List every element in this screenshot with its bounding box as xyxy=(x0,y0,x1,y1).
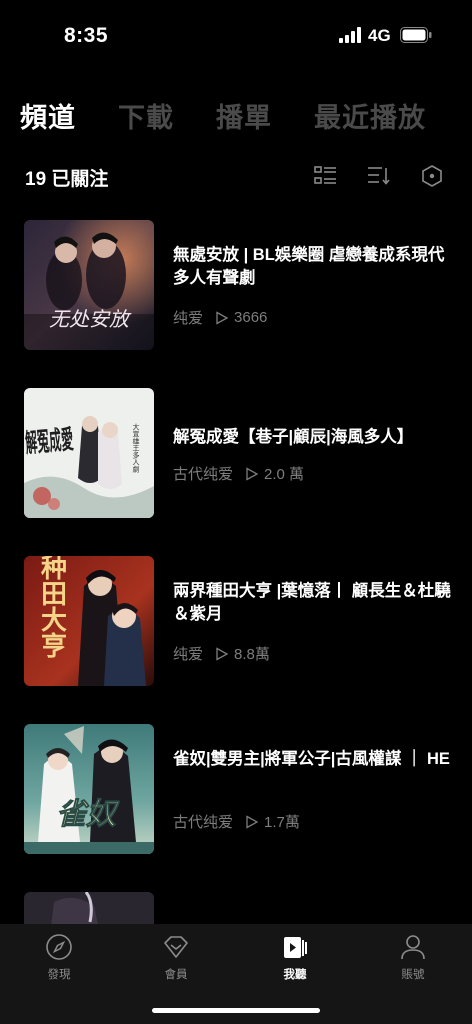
status-time: 8:35 xyxy=(64,24,109,47)
channel-cover: 种田大亨 xyxy=(24,556,154,686)
channel-item[interactable]: 雀奴 雀奴|雙男主|將軍公子|古風權謀 ｜ HE 古代纯爱 1.7萬 xyxy=(0,724,472,856)
channel-plays: 3666 xyxy=(234,309,268,326)
channel-category: 纯爱 xyxy=(173,310,204,327)
cover-title-art: 种田大亨 xyxy=(38,556,67,659)
channel-plays: 2.0 萬 xyxy=(264,466,305,483)
channel-cover: 无处安放 xyxy=(24,220,154,350)
channel-list: 无处安放 無處安放 | BL娛樂圈 虐戀養成系現代多人有聲劇 纯爱 3666 解… xyxy=(0,220,472,924)
channel-cover: 雀奴 xyxy=(24,724,154,854)
channel-item[interactable]: 解冤成愛 大宣雄王多人劇 解冤成愛【巷子|顧辰|海風多人】 古代纯爱 2.0 萬 xyxy=(0,388,472,520)
tab-channels[interactable]: 頻道 xyxy=(20,96,76,135)
channel-title: 無處安放 | BL娛樂圈 虐戀養成系現代多人有聲劇 xyxy=(173,246,445,287)
channel-item[interactable] xyxy=(0,892,472,924)
subheader: 19 已關注 xyxy=(25,162,450,190)
channel-cover xyxy=(24,892,154,924)
channel-meta: 古代纯爱 1.7萬 xyxy=(173,811,300,832)
cover-title-art: 解冤成愛 xyxy=(24,425,74,458)
nav-label: 我聽 xyxy=(283,969,307,981)
nav-account[interactable]: 賬號 xyxy=(373,932,453,982)
top-tabs: 頻道 下載 播單 最近播放 xyxy=(20,96,468,135)
sort-icon[interactable] xyxy=(366,164,392,188)
nav-my-listening[interactable]: 我聽 xyxy=(255,932,335,982)
channel-plays: 1.7萬 xyxy=(264,814,300,831)
channel-category: 古代纯爱 xyxy=(173,466,234,483)
battery-icon xyxy=(400,27,432,43)
channel-meta: 纯爱 3666 xyxy=(173,307,267,328)
channel-title: 雀奴|雙男主|將軍公子|古風權謀 ｜ HE xyxy=(173,750,450,768)
status-bar: 8:35 4G xyxy=(0,0,472,70)
cover-title-art: 无处安放 xyxy=(49,309,132,331)
play-count-icon xyxy=(216,310,229,325)
channel-title: 兩界種田大亨 |葉憶落丨 顧長生＆杜驍＆紫月 xyxy=(173,582,451,623)
nav-label: 賬號 xyxy=(401,969,425,981)
list-view-icon[interactable] xyxy=(313,164,339,188)
channel-category: 古代纯爱 xyxy=(173,814,234,831)
tab-downloads[interactable]: 下載 xyxy=(118,96,174,135)
nav-label: 發現 xyxy=(47,969,71,981)
channel-plays: 8.8萬 xyxy=(234,646,270,663)
follow-count: 19 已關注 xyxy=(25,169,109,190)
tab-playlists[interactable]: 播單 xyxy=(216,96,272,135)
channel-category: 纯爱 xyxy=(173,646,204,663)
signal-icon xyxy=(339,27,361,43)
nav-discover[interactable]: 發現 xyxy=(19,932,99,982)
cover-title-art: 雀奴 xyxy=(56,798,120,831)
diamond-icon xyxy=(164,936,188,958)
play-count-icon xyxy=(216,646,229,661)
nav-membership[interactable]: 會員 xyxy=(136,932,216,982)
play-count-icon xyxy=(246,814,259,829)
channel-title: 解冤成愛【巷子|顧辰|海風多人】 xyxy=(173,428,414,446)
home-indicator[interactable] xyxy=(152,1008,320,1013)
channel-cover: 解冤成愛 大宣雄王多人劇 xyxy=(24,388,154,518)
play-count-icon xyxy=(246,466,259,481)
compass-icon xyxy=(46,934,72,960)
network-label: 4G xyxy=(368,26,391,45)
person-icon xyxy=(401,935,425,960)
svg-text:大宣雄王多人劇: 大宣雄王多人劇 xyxy=(132,423,140,474)
channel-meta: 古代纯爱 2.0 萬 xyxy=(173,463,304,484)
channel-item[interactable]: 无处安放 無處安放 | BL娛樂圈 虐戀養成系現代多人有聲劇 纯爱 3666 xyxy=(0,220,472,352)
nav-label: 會員 xyxy=(164,969,188,981)
channel-meta: 纯爱 8.8萬 xyxy=(173,643,270,664)
playlist-icon xyxy=(284,937,307,958)
tab-recent[interactable]: 最近播放 xyxy=(314,96,426,135)
settings-hex-icon[interactable] xyxy=(419,164,445,188)
channel-item[interactable]: 种田大亨 兩界種田大亨 |葉憶落丨 顧長生＆杜驍＆紫月 纯爱 8.8萬 xyxy=(0,556,472,688)
